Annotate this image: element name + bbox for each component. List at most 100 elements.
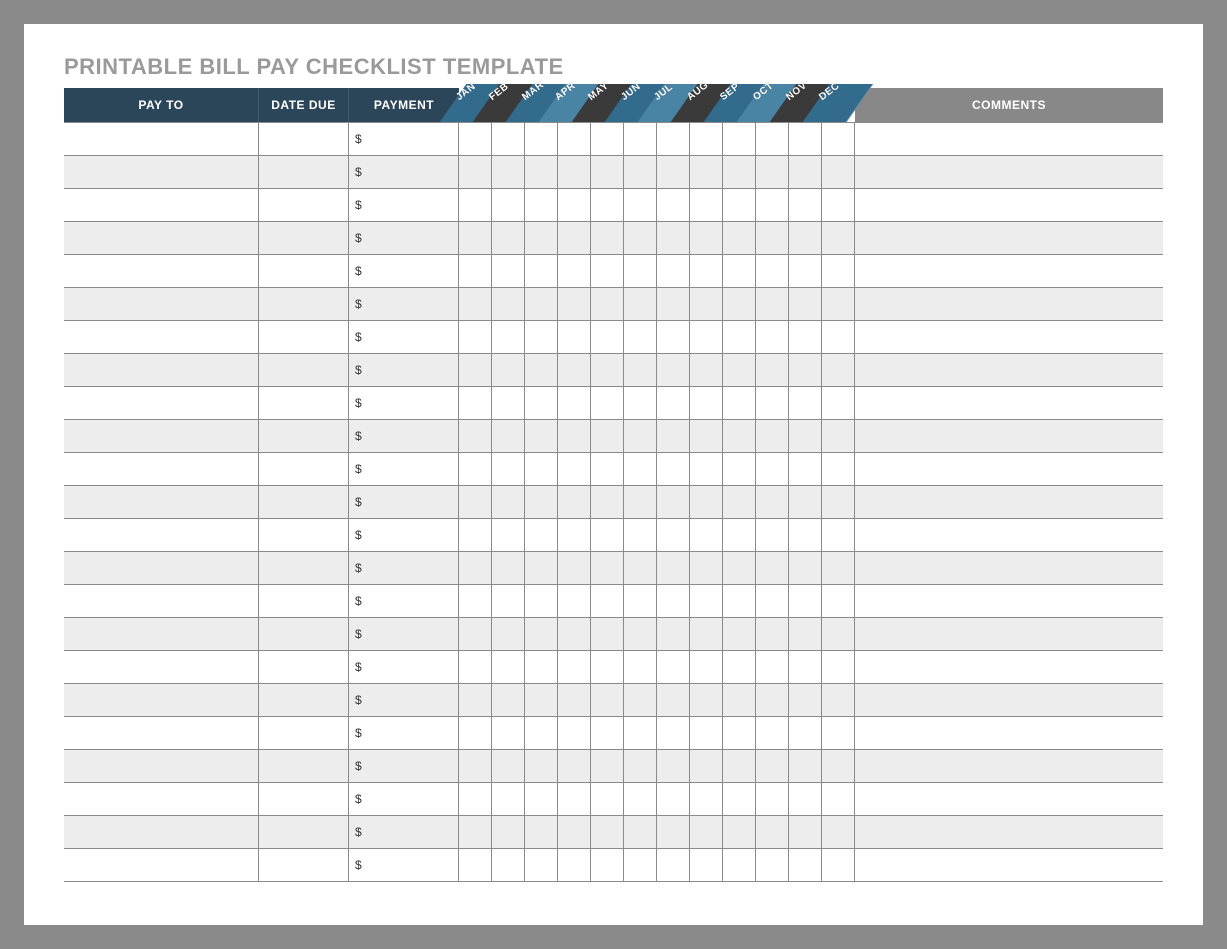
cell-payto[interactable] [64, 486, 259, 518]
cell-month-jun[interactable] [624, 387, 657, 419]
cell-month-apr[interactable] [558, 453, 591, 485]
cell-payment[interactable]: $ [349, 618, 459, 650]
cell-month-apr[interactable] [558, 288, 591, 320]
cell-datedue[interactable] [259, 519, 349, 551]
cell-month-apr[interactable] [558, 420, 591, 452]
cell-month-sep[interactable] [723, 651, 756, 683]
cell-payment[interactable]: $ [349, 684, 459, 716]
cell-month-may[interactable] [591, 420, 624, 452]
cell-month-mar[interactable] [525, 420, 558, 452]
cell-payto[interactable] [64, 156, 259, 188]
cell-month-feb[interactable] [492, 222, 525, 254]
cell-month-jun[interactable] [624, 486, 657, 518]
cell-month-oct[interactable] [756, 816, 789, 848]
cell-month-jul[interactable] [657, 750, 690, 782]
cell-month-aug[interactable] [690, 585, 723, 617]
cell-month-may[interactable] [591, 585, 624, 617]
cell-datedue[interactable] [259, 552, 349, 584]
cell-comments[interactable] [855, 189, 1163, 221]
cell-month-jan[interactable] [459, 651, 492, 683]
cell-month-feb[interactable] [492, 849, 525, 881]
cell-month-sep[interactable] [723, 552, 756, 584]
cell-month-feb[interactable] [492, 321, 525, 353]
cell-datedue[interactable] [259, 123, 349, 155]
cell-month-dec[interactable] [822, 717, 855, 749]
cell-month-may[interactable] [591, 816, 624, 848]
cell-payment[interactable]: $ [349, 717, 459, 749]
cell-datedue[interactable] [259, 717, 349, 749]
cell-payto[interactable] [64, 354, 259, 386]
cell-datedue[interactable] [259, 849, 349, 881]
cell-month-dec[interactable] [822, 321, 855, 353]
cell-datedue[interactable] [259, 321, 349, 353]
cell-month-may[interactable] [591, 354, 624, 386]
cell-month-mar[interactable] [525, 453, 558, 485]
cell-comments[interactable] [855, 255, 1163, 287]
cell-payto[interactable] [64, 651, 259, 683]
cell-month-oct[interactable] [756, 486, 789, 518]
cell-month-dec[interactable] [822, 486, 855, 518]
cell-month-aug[interactable] [690, 354, 723, 386]
cell-month-aug[interactable] [690, 486, 723, 518]
cell-month-mar[interactable] [525, 519, 558, 551]
cell-payment[interactable]: $ [349, 750, 459, 782]
cell-month-dec[interactable] [822, 618, 855, 650]
cell-month-oct[interactable] [756, 585, 789, 617]
cell-datedue[interactable] [259, 783, 349, 815]
cell-month-feb[interactable] [492, 618, 525, 650]
cell-comments[interactable] [855, 816, 1163, 848]
cell-month-jun[interactable] [624, 783, 657, 815]
cell-month-feb[interactable] [492, 387, 525, 419]
cell-month-apr[interactable] [558, 123, 591, 155]
cell-month-apr[interactable] [558, 222, 591, 254]
cell-comments[interactable] [855, 849, 1163, 881]
cell-month-jan[interactable] [459, 519, 492, 551]
cell-month-jul[interactable] [657, 222, 690, 254]
cell-month-feb[interactable] [492, 486, 525, 518]
cell-payto[interactable] [64, 321, 259, 353]
cell-month-jul[interactable] [657, 486, 690, 518]
cell-month-jul[interactable] [657, 684, 690, 716]
cell-month-apr[interactable] [558, 849, 591, 881]
cell-month-oct[interactable] [756, 255, 789, 287]
cell-month-aug[interactable] [690, 783, 723, 815]
cell-month-jul[interactable] [657, 255, 690, 287]
cell-month-feb[interactable] [492, 420, 525, 452]
cell-month-jun[interactable] [624, 684, 657, 716]
cell-month-feb[interactable] [492, 684, 525, 716]
cell-payto[interactable] [64, 453, 259, 485]
cell-month-dec[interactable] [822, 651, 855, 683]
cell-month-sep[interactable] [723, 486, 756, 518]
cell-month-dec[interactable] [822, 387, 855, 419]
cell-comments[interactable] [855, 387, 1163, 419]
cell-month-nov[interactable] [789, 585, 822, 617]
cell-payment[interactable]: $ [349, 156, 459, 188]
cell-month-dec[interactable] [822, 585, 855, 617]
cell-datedue[interactable] [259, 816, 349, 848]
cell-month-oct[interactable] [756, 123, 789, 155]
cell-datedue[interactable] [259, 651, 349, 683]
cell-month-aug[interactable] [690, 288, 723, 320]
cell-month-jun[interactable] [624, 519, 657, 551]
cell-payment[interactable]: $ [349, 651, 459, 683]
cell-month-jun[interactable] [624, 816, 657, 848]
cell-month-aug[interactable] [690, 750, 723, 782]
cell-month-sep[interactable] [723, 156, 756, 188]
cell-payment[interactable]: $ [349, 585, 459, 617]
cell-comments[interactable] [855, 321, 1163, 353]
cell-month-may[interactable] [591, 288, 624, 320]
cell-month-feb[interactable] [492, 651, 525, 683]
cell-month-jul[interactable] [657, 585, 690, 617]
cell-month-oct[interactable] [756, 321, 789, 353]
cell-month-apr[interactable] [558, 651, 591, 683]
cell-payment[interactable]: $ [349, 816, 459, 848]
cell-payment[interactable]: $ [349, 288, 459, 320]
cell-month-jul[interactable] [657, 189, 690, 221]
cell-datedue[interactable] [259, 420, 349, 452]
cell-month-nov[interactable] [789, 123, 822, 155]
cell-payto[interactable] [64, 519, 259, 551]
cell-datedue[interactable] [259, 156, 349, 188]
cell-month-may[interactable] [591, 717, 624, 749]
cell-month-oct[interactable] [756, 651, 789, 683]
cell-payment[interactable]: $ [349, 849, 459, 881]
